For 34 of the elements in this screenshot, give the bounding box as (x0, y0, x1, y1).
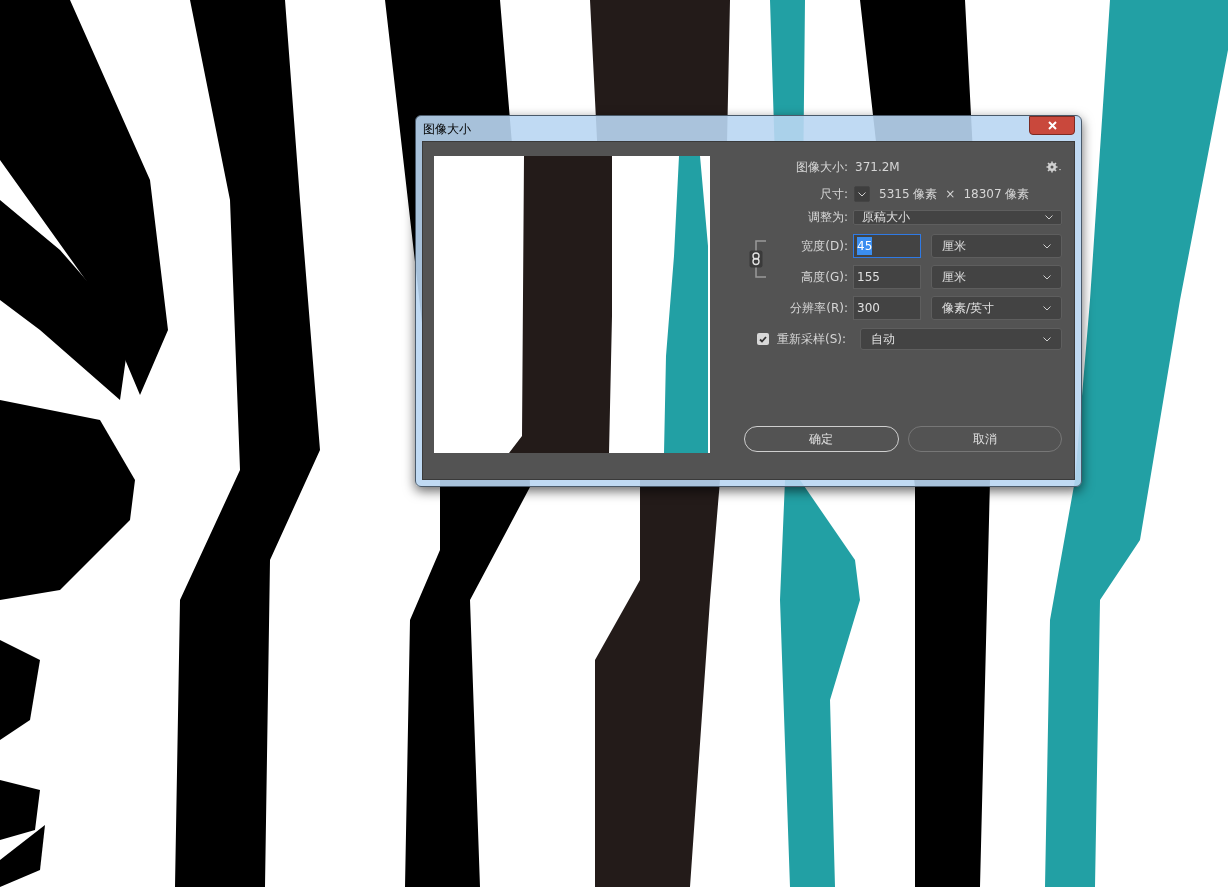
times-sign: × (945, 186, 956, 203)
dimensions-label: 尺寸: (818, 186, 848, 203)
fit-to-label: 调整为: (806, 209, 848, 226)
value-input-field[interactable]: 155 (853, 265, 921, 289)
chevron-down-icon (858, 191, 866, 197)
window-title: 图像大小 (422, 120, 471, 138)
resample-label: 重新采样(S): (777, 331, 848, 348)
field-label: 宽度(D): (800, 238, 848, 255)
chevron-down-icon (1043, 336, 1051, 342)
unit-select[interactable]: 像素/英寸 (931, 296, 1062, 320)
resample-checkbox[interactable] (757, 333, 769, 345)
chain-link-icon[interactable] (749, 250, 763, 268)
close-button[interactable] (1029, 116, 1075, 135)
image-size-label: 图像大小: (794, 159, 848, 176)
chevron-down-icon (1043, 305, 1051, 311)
resample-select[interactable]: 自动 (860, 328, 1062, 350)
chevron-down-icon (1043, 243, 1051, 249)
dimensions-toggle[interactable] (854, 186, 870, 202)
check-icon (759, 335, 767, 343)
field-label: 高度(G): (800, 269, 848, 286)
image-size-value: 371.2M (855, 159, 901, 176)
value-input-field[interactable]: 300 (853, 296, 921, 320)
close-icon (1047, 121, 1057, 130)
fit-to-select[interactable]: 原稿大小 (853, 209, 1062, 225)
unit-select[interactable]: 厘米 (931, 265, 1062, 289)
chevron-down-icon (1043, 274, 1051, 280)
dialog-button[interactable]: 取消 (907, 426, 1062, 452)
pixel-width-text: 5315 像素 (879, 186, 938, 203)
settings-icon[interactable] (1046, 161, 1062, 173)
chevron-down-icon (1045, 214, 1053, 220)
dialog-button[interactable]: 确定 (744, 426, 899, 452)
unit-select[interactable]: 厘米 (931, 234, 1062, 258)
field-label: 分辨率(R): (789, 300, 848, 317)
pixel-height-text: 18307 像素 (963, 186, 1030, 203)
